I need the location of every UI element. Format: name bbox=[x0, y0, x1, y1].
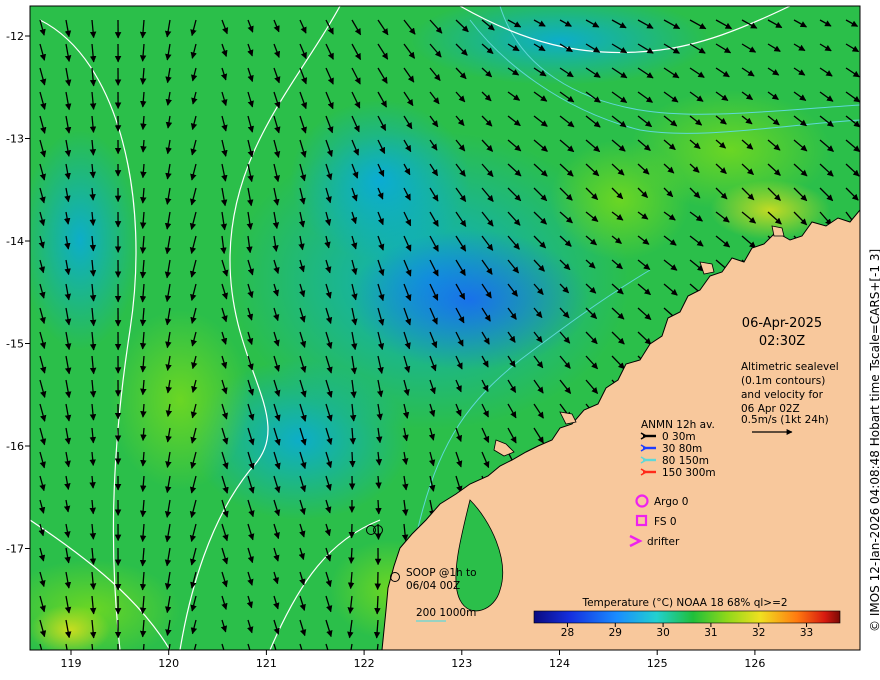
colorbar-tick-label: 31 bbox=[704, 627, 717, 639]
lat-tick-label: -12 bbox=[6, 30, 24, 43]
lat-tick-label: -16 bbox=[6, 440, 24, 453]
sst-field bbox=[30, 6, 860, 650]
lon-tick-label: 123 bbox=[451, 657, 472, 670]
colorbar-tick-label: 29 bbox=[609, 627, 622, 639]
lon-tick-label: 120 bbox=[158, 657, 179, 670]
lon-tick-label: 125 bbox=[647, 657, 668, 670]
anmn-item-label: 30 80m bbox=[662, 443, 702, 455]
lat-tick-label: -13 bbox=[6, 133, 24, 146]
soop-line-2: 06/04 00Z bbox=[406, 580, 460, 592]
soop-line-1: SOOP @1h to bbox=[406, 567, 477, 579]
altimetry-line-2: (0.1m contours) bbox=[741, 375, 825, 387]
colorbar-ramp bbox=[533, 610, 841, 624]
colorbar-tick-label: 30 bbox=[656, 627, 669, 639]
lon-tick-label: 122 bbox=[354, 657, 375, 670]
lon-tick-label: 119 bbox=[61, 657, 82, 670]
longitude-axis: 119 120 121 122 123 124 125 126 bbox=[61, 650, 765, 670]
lat-tick-label: -14 bbox=[6, 235, 24, 248]
velocity-arrow-icon bbox=[349, 451, 356, 468]
colorbar-tick-label: 33 bbox=[800, 627, 813, 639]
latitude-axis: -12 -13 -14 -15 -16 -17 bbox=[6, 30, 30, 556]
lon-tick-label: 121 bbox=[256, 657, 277, 670]
colorbar-title: Temperature (°C) NOAA 18 68% ql>=2 bbox=[581, 597, 787, 609]
lat-tick-label: -15 bbox=[6, 338, 24, 351]
altimetry-line-3: and velocity for bbox=[741, 389, 824, 401]
lon-tick-label: 124 bbox=[549, 657, 570, 670]
anmn-item-label: 150 300m bbox=[662, 467, 716, 479]
date-label: 06-Apr-2025 bbox=[742, 316, 822, 331]
bathy-label: 200 1000m bbox=[416, 607, 476, 619]
altimetry-line-1: Altimetric sealevel bbox=[741, 361, 839, 373]
argo-label: Argo 0 bbox=[654, 496, 688, 508]
map-figure: 119 120 121 122 123 124 125 126 -12 -13 -14 -15 -16… bbox=[6, 5, 880, 670]
lon-tick-label: 126 bbox=[744, 657, 765, 670]
colorbar-tick-label: 28 bbox=[561, 627, 574, 639]
velocity-arrow-icon bbox=[348, 547, 355, 564]
anmn-item-label: 80 150m bbox=[662, 455, 709, 467]
velocity-arrow-icon bbox=[374, 595, 381, 615]
velocity-arrow-icon bbox=[375, 499, 382, 515]
credit-text: © IMOS 12-Jan-2026 04:08:48 Hobart time … bbox=[868, 249, 880, 632]
time-label: 02:30Z bbox=[759, 334, 805, 349]
lat-tick-label: -17 bbox=[6, 543, 24, 556]
fs-label: FS 0 bbox=[654, 516, 677, 528]
colorbar-tick-label: 32 bbox=[752, 627, 765, 639]
anmn-title: ANMN 12h av. bbox=[641, 419, 715, 431]
anmn-item-label: 0 30m bbox=[662, 431, 696, 443]
scale-label: 0.5m/s (1kt 24h) bbox=[741, 414, 829, 426]
drifter-label: drifter bbox=[647, 536, 680, 548]
